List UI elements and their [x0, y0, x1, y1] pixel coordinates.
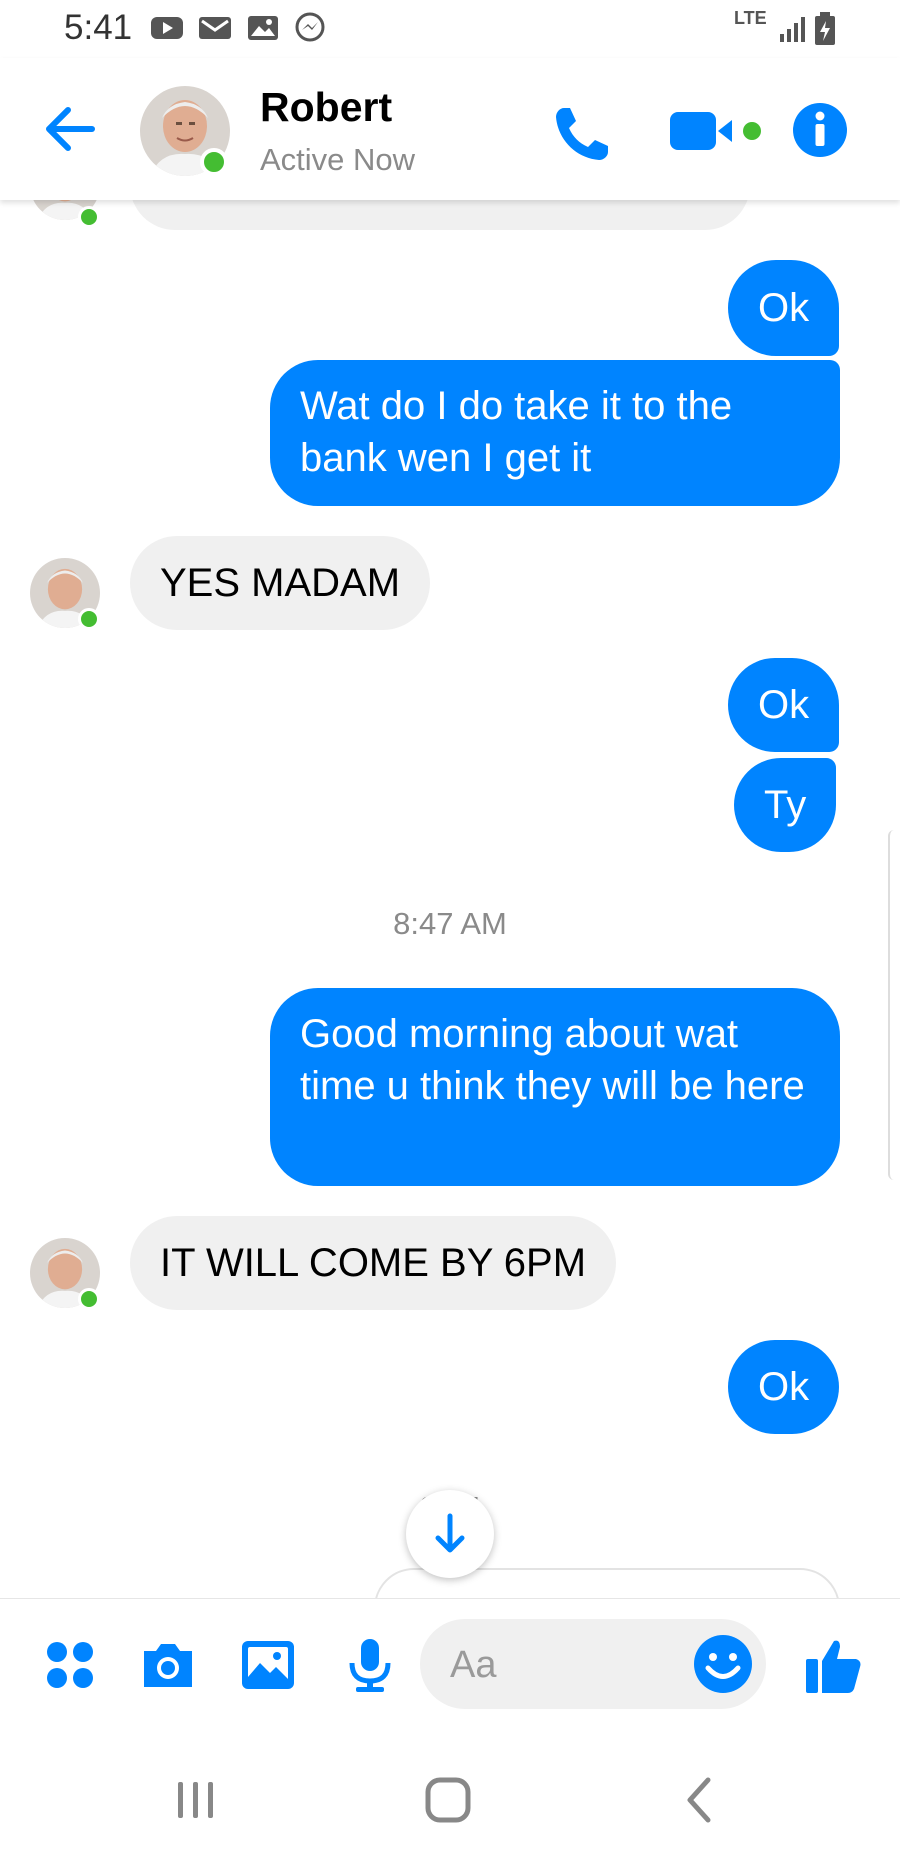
received-message-bubble[interactable]: YES MADAM: [130, 536, 431, 630]
thumbs-up-icon[interactable]: [804, 1635, 864, 1695]
signal-icon: [780, 17, 805, 42]
status-bar: 5:41 LTE: [0, 0, 900, 58]
message-timestamp: 8:47 AM: [393, 906, 507, 941]
gallery-icon[interactable]: [240, 1637, 296, 1693]
contact-name[interactable]: Robert: [260, 84, 392, 131]
battery-icon: [815, 12, 835, 45]
sent-message-bubble[interactable]: Ok: [728, 1340, 840, 1434]
recent-apps-icon[interactable]: [166, 1770, 226, 1830]
sent-message-bubble[interactable]: Ok: [728, 260, 840, 356]
back-arrow-icon[interactable]: [40, 102, 100, 156]
emoji-icon[interactable]: [692, 1633, 754, 1695]
sent-message-bubble[interactable]: Ok: [728, 658, 840, 752]
message-composer: [0, 1598, 900, 1731]
contact-status: Active Now: [260, 142, 416, 177]
online-status-dot: [78, 1288, 100, 1310]
back-nav-icon[interactable]: [670, 1770, 730, 1830]
mail-icon: [199, 17, 231, 39]
scroll-to-bottom-button[interactable]: [406, 1490, 494, 1578]
system-navigation-bar: [0, 1730, 900, 1850]
network-type: LTE: [734, 8, 767, 28]
message-list[interactable]: Ok Wat do I do take it to the bank wen I…: [0, 200, 900, 1598]
sent-message-bubble[interactable]: Good morning about wat time u think they…: [270, 988, 840, 1186]
chat-header: Robert Active Now: [0, 58, 900, 200]
gallery-icon: [248, 16, 278, 40]
info-icon[interactable]: [792, 102, 848, 158]
sent-message-bubble[interactable]: Ty: [734, 758, 837, 852]
home-icon[interactable]: [418, 1770, 478, 1830]
online-status-dot: [78, 206, 100, 228]
message-input[interactable]: [448, 1639, 672, 1691]
online-status-dot: [200, 148, 228, 176]
partial-message-bubble[interactable]: [130, 200, 750, 230]
more-actions-icon[interactable]: [42, 1637, 98, 1693]
message-input-wrapper[interactable]: [420, 1619, 766, 1709]
microphone-icon[interactable]: [342, 1637, 398, 1693]
video-call-icon[interactable]: [668, 106, 768, 156]
messenger-icon: [295, 12, 325, 42]
youtube-icon: [151, 17, 183, 39]
camera-icon[interactable]: [140, 1637, 196, 1693]
arrow-down-icon: [435, 1513, 465, 1553]
scrollbar[interactable]: [888, 830, 900, 1180]
online-status-dot: [78, 608, 100, 630]
phone-call-icon[interactable]: [550, 102, 614, 166]
status-time: 5:41: [64, 8, 133, 47]
received-message-bubble[interactable]: IT WILL COME BY 6PM: [130, 1216, 617, 1310]
sent-message-bubble[interactable]: Wat do I do take it to the bank wen I ge…: [270, 360, 840, 506]
